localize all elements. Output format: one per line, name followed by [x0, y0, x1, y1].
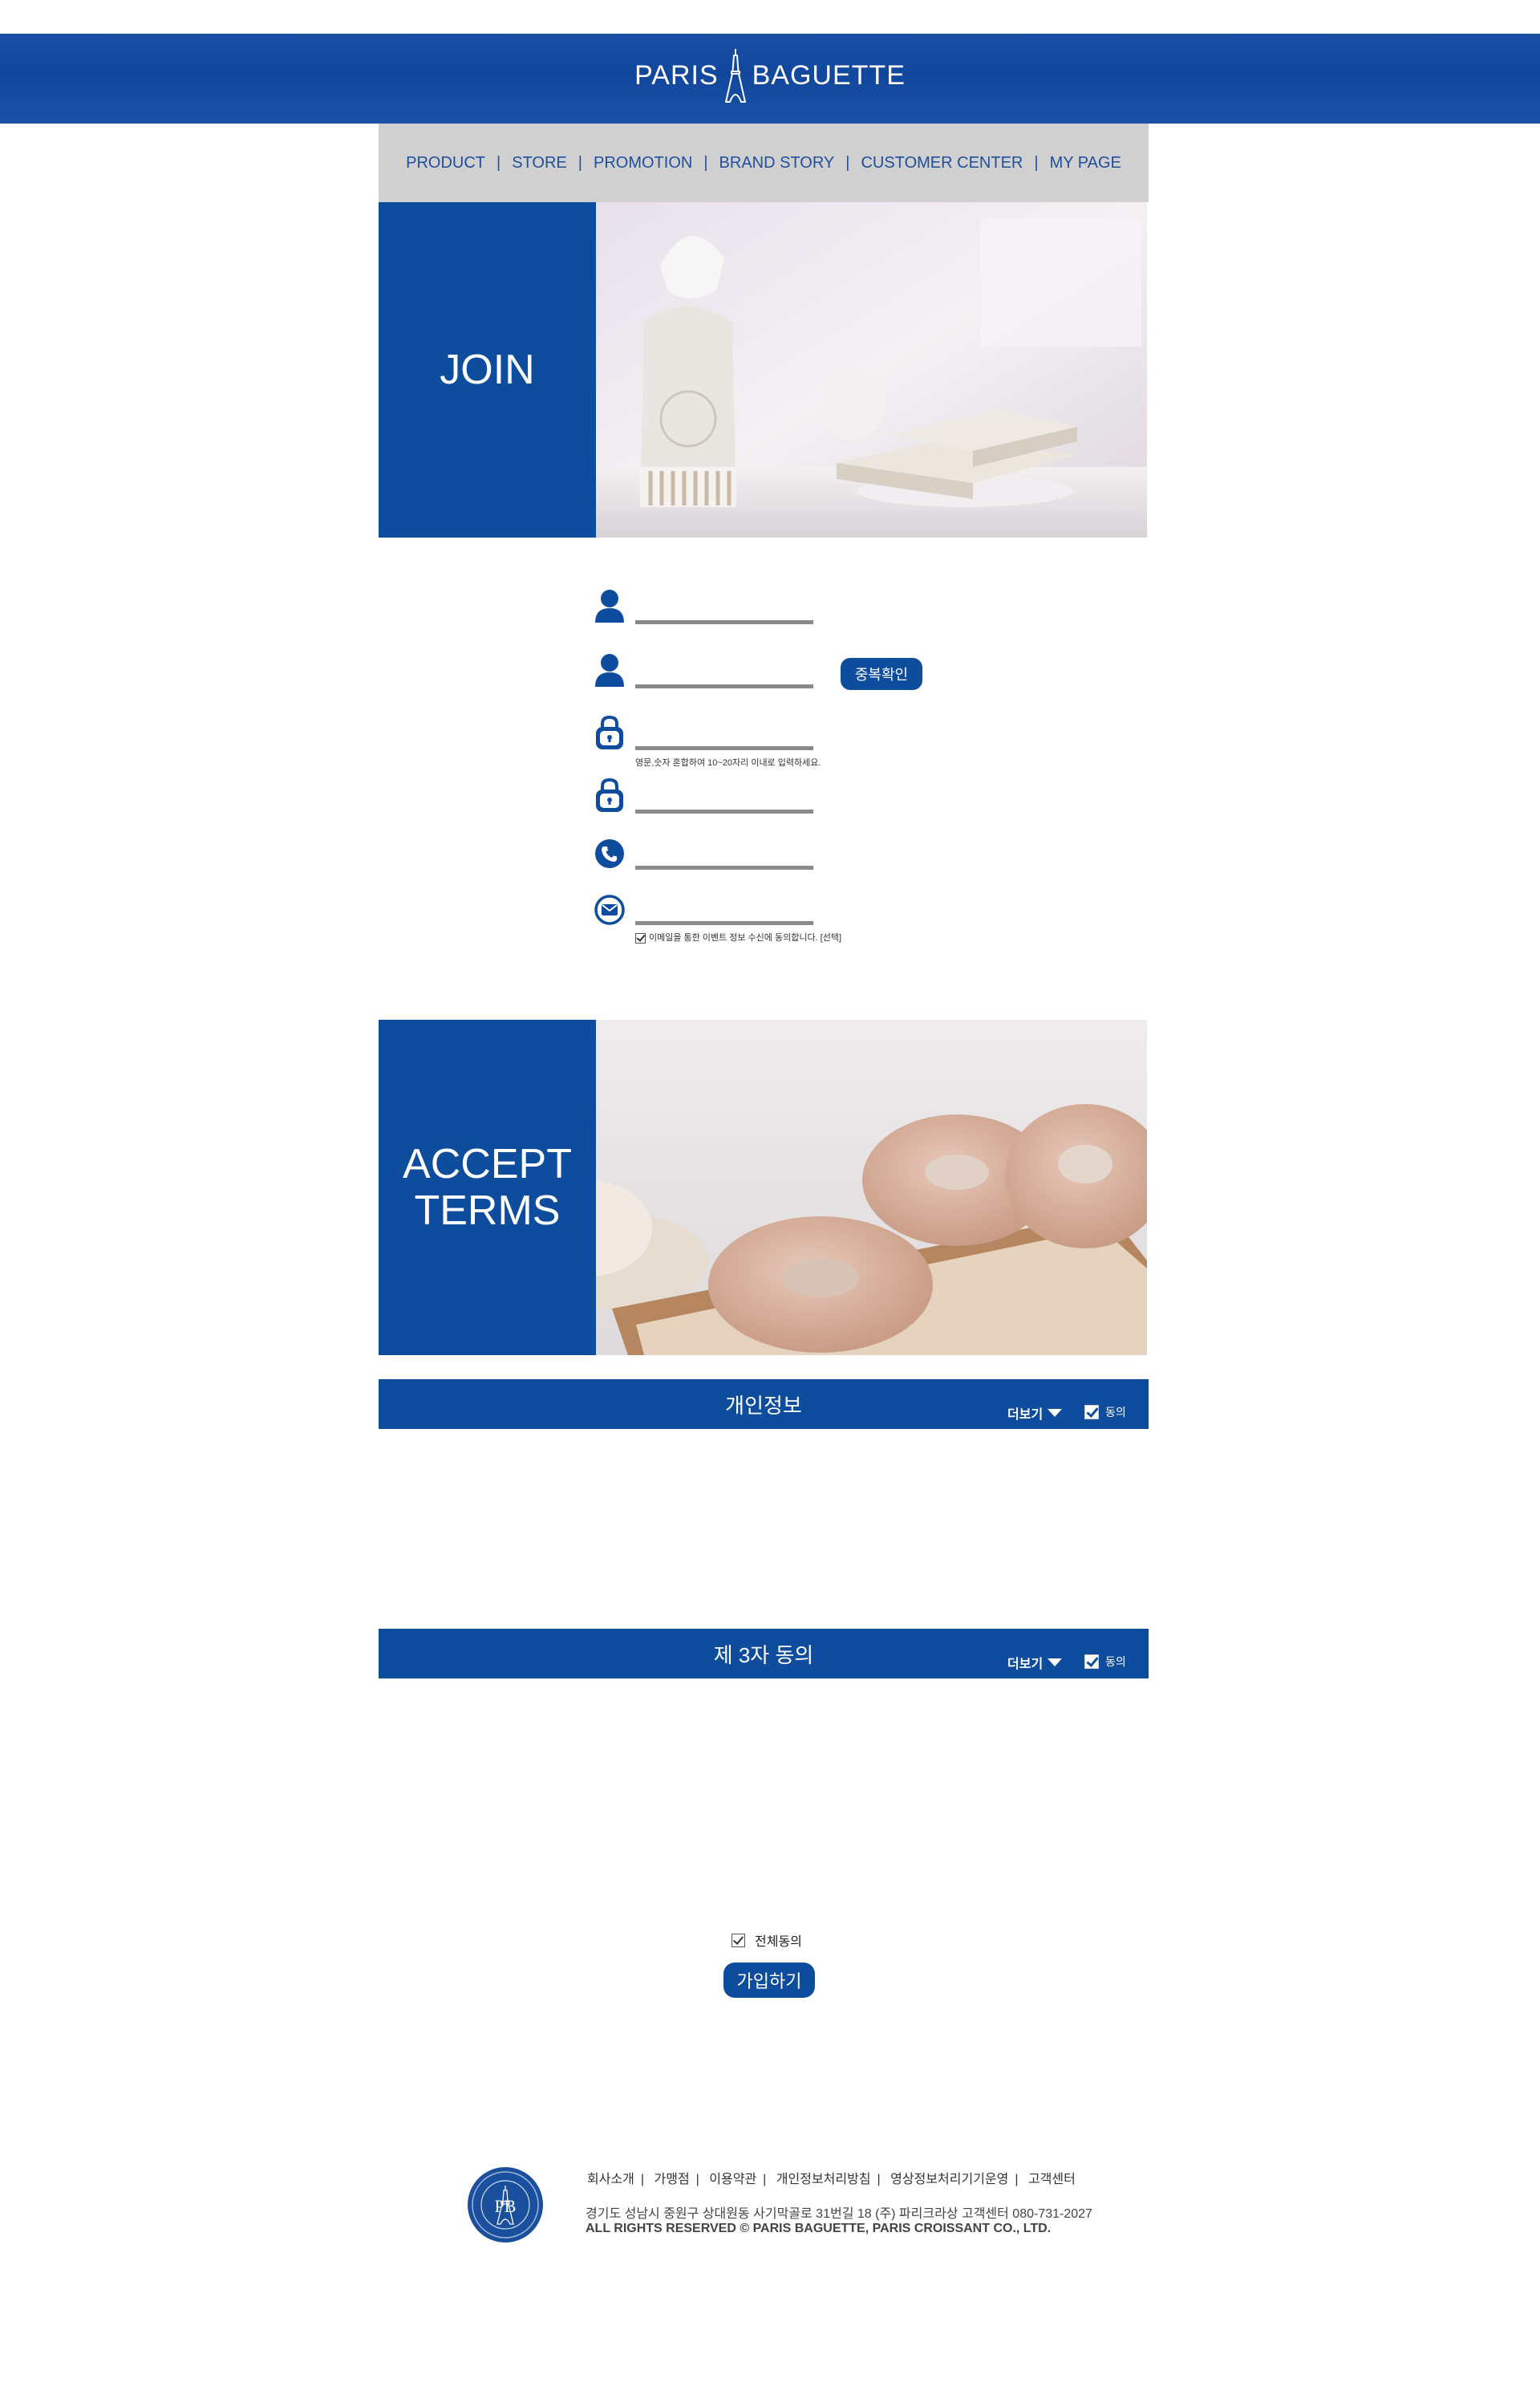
nav-item-customer-center[interactable]: CUSTOMER CENTER	[849, 154, 1034, 173]
terms-more-privacy[interactable]: 더보기	[1007, 1403, 1063, 1423]
user-icon	[595, 590, 624, 623]
nav-item-store[interactable]: STORE	[500, 154, 578, 173]
footer-address: 경기도 성남시 중원구 상대원동 사기막골로 31번길 18 (주) 파리크라상…	[586, 2207, 1092, 2221]
footer-link-terms[interactable]: 이용약관	[709, 2173, 756, 2186]
nav-item-my-page[interactable]: MY PAGE	[1039, 154, 1133, 173]
footer-copyright: ALL RIGHTS RESERVED © PARIS BAGUETTE, PA…	[586, 2222, 1052, 2235]
envelope-icon	[594, 895, 625, 925]
lock-icon	[596, 777, 623, 812]
phone-icon	[595, 839, 624, 868]
accept-terms-line1: ACCEPT	[403, 1140, 572, 1187]
phone-input[interactable]	[635, 866, 813, 870]
terms-bar-privacy: 개인정보 더보기 동의	[379, 1379, 1149, 1429]
email-consent[interactable]: 이메일을 통한 이벤트 정보 수신에 동의합니다. [선택]	[635, 931, 841, 944]
footer-link-privacy[interactable]: 개인정보처리방침	[776, 2173, 871, 2186]
footer-link-cctv[interactable]: 영상정보처리기기운영	[890, 2173, 1008, 2186]
footer-link-company[interactable]: 회사소개	[587, 2173, 634, 2186]
nav-item-brand-story[interactable]: BRAND STORY	[708, 154, 846, 173]
email-row: 이메일을 통한 이벤트 정보 수신에 동의합니다. [선택]	[594, 894, 930, 944]
accept-terms-line2: TERMS	[414, 1187, 561, 1234]
agree-checkbox[interactable]	[1084, 1405, 1099, 1419]
footer-separator: |	[1015, 2173, 1019, 2186]
join-hero: JOIN	[379, 202, 1147, 538]
footer-separator: |	[763, 2173, 767, 2186]
email-consent-checkbox[interactable]	[635, 932, 646, 944]
footer-link-stores[interactable]: 가맹점	[654, 2173, 690, 2186]
phone-row	[594, 838, 930, 886]
lock-icon	[596, 715, 623, 749]
id-row	[594, 587, 930, 635]
terms-agree-privacy[interactable]: 동의	[1084, 1404, 1126, 1420]
footer-links: 회사소개 | 가맹점 | 이용약관 | 개인정보처리방침 | 영상정보처리기기운영 | 고…	[587, 2168, 1076, 2187]
bread-loaf-image	[596, 202, 1147, 538]
seal-lettering: PB	[495, 2196, 517, 2216]
pb-seal-logo: PB	[468, 2167, 543, 2243]
footer-separator: |	[695, 2173, 699, 2186]
user-icon	[595, 654, 624, 687]
more-label: 더보기	[1007, 1658, 1044, 1671]
accept-terms-heading: ACCEPT TERMS	[379, 1020, 596, 1355]
agree-label: 동의	[1105, 1406, 1126, 1419]
more-label: 더보기	[1007, 1408, 1044, 1422]
terms-bar-third-party: 제 3자 동의 더보기 동의	[379, 1629, 1149, 1678]
password-hint: 영문,숫자 혼합하여 10~20자리 이내로 입력하세요.	[635, 758, 821, 768]
all-agree-checkbox[interactable]	[732, 1933, 745, 1947]
password-confirm-input[interactable]	[635, 810, 813, 814]
footer-link-support[interactable]: 고객센터	[1028, 2173, 1076, 2186]
footer-separator: |	[877, 2173, 881, 2186]
id-input[interactable]	[635, 620, 813, 624]
main-nav: PRODUCT | STORE | PROMOTION | BRAND STOR…	[379, 124, 1149, 202]
triangle-down-icon	[1048, 1409, 1063, 1417]
footer-separator: |	[640, 2173, 645, 2186]
agree-label: 동의	[1105, 1655, 1126, 1668]
email-input[interactable]	[635, 921, 813, 925]
all-agree[interactable]: 전체동의	[732, 1930, 802, 1950]
triangle-down-icon	[1048, 1658, 1063, 1666]
password-input[interactable]	[635, 746, 813, 750]
nav-item-promotion[interactable]: PROMOTION	[582, 154, 703, 173]
brand-left-text: PARIS	[634, 59, 719, 91]
brand-logo[interactable]: PARIS BAGUETTE	[632, 47, 908, 104]
donut-image	[596, 1020, 1147, 1355]
name-input[interactable]	[635, 684, 813, 688]
all-agree-label: 전체동의	[755, 1935, 802, 1949]
duplicate-check-button[interactable]: 중복확인	[841, 658, 922, 690]
password-confirm-row	[594, 777, 930, 825]
eiffel-tower-icon	[724, 49, 746, 103]
password-row: 영문,숫자 혼합하여 10~20자리 이내로 입력하세요.	[594, 714, 930, 768]
brand-right-text: BAGUETTE	[752, 59, 906, 91]
nav-item-product[interactable]: PRODUCT	[395, 154, 496, 173]
signup-button[interactable]: 가입하기	[723, 1963, 815, 1998]
terms-more-third-party[interactable]: 더보기	[1007, 1653, 1063, 1672]
name-row: 중복확인	[594, 651, 930, 700]
terms-agree-third-party[interactable]: 동의	[1084, 1654, 1126, 1670]
email-consent-label: 이메일을 통한 이벤트 정보 수신에 동의합니다. [선택]	[649, 933, 842, 943]
agree-checkbox[interactable]	[1084, 1654, 1099, 1669]
accept-terms-hero: ACCEPT TERMS	[379, 1020, 1147, 1355]
join-heading: JOIN	[379, 202, 596, 538]
